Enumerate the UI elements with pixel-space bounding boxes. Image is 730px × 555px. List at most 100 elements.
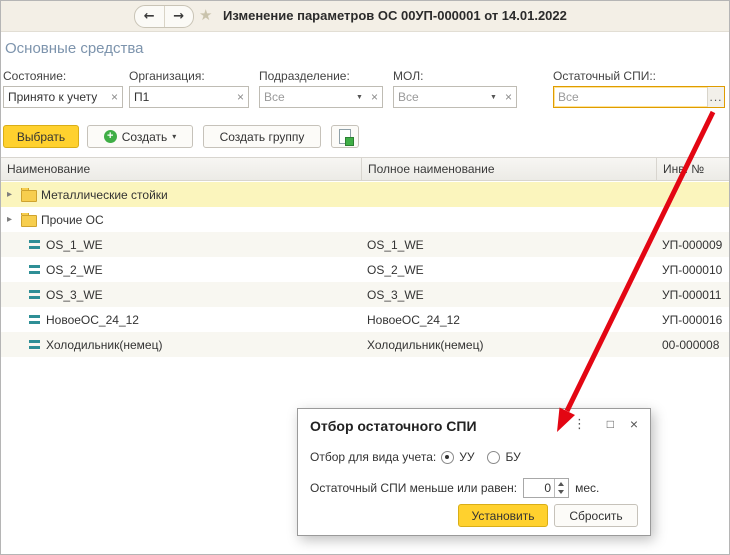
asset-icon — [29, 340, 40, 349]
filter-mol-label: МОЛ: — [393, 69, 424, 83]
dialog-maximize-icon[interactable]: □ — [607, 417, 614, 431]
asset-icon — [29, 290, 40, 299]
column-header-name[interactable]: Наименование — [1, 158, 361, 180]
spinner-down-icon[interactable] — [555, 488, 568, 497]
row-name: Прочие ОС — [41, 212, 104, 227]
filter-mol: МОЛ: Все ▼ × — [393, 69, 517, 108]
row-name: Металлические стойки — [41, 187, 168, 202]
create-by-copy-button[interactable] — [331, 125, 359, 148]
column-header-fullname[interactable]: Полное наименование — [361, 158, 656, 180]
filter-mol-input[interactable]: Все ▼ × — [393, 86, 517, 108]
favorite-star-icon[interactable]: ★ — [199, 6, 212, 24]
filter-residual-spi-input[interactable]: Все ... — [553, 86, 725, 108]
create-button-label: Создать — [121, 129, 168, 144]
row-name-cell: Холодильник(немец) — [1, 338, 361, 352]
table-row[interactable]: ▸ Металлические стойки — [1, 182, 729, 207]
dialog-spi-filter: Отбор остаточного СПИ ⋮ □ × Отбор для ви… — [297, 408, 651, 536]
folder-icon — [21, 187, 37, 202]
filter-state-label: Состояние: — [3, 69, 67, 83]
row-name-cell: OS_3_WE — [1, 288, 361, 302]
filter-organization-value: П1 — [134, 90, 150, 104]
filter-residual-spi: Остаточный СПИ:: Все ... — [553, 69, 725, 108]
spinner-up-icon[interactable] — [555, 479, 568, 488]
page-title: Основные средства — [5, 40, 144, 57]
row-fullname: OS_2_WE — [367, 262, 424, 277]
filter-residual-spi-label: Остаточный СПИ:: — [553, 69, 657, 83]
clear-icon[interactable]: × — [367, 90, 382, 104]
filter-department-label: Подразделение: — [259, 69, 350, 83]
asset-icon — [29, 240, 40, 249]
set-button[interactable]: Установить — [458, 504, 548, 527]
row-name: OS_1_WE — [46, 237, 103, 252]
ellipsis-icon[interactable]: ... — [707, 87, 724, 107]
filter-organization-input[interactable]: П1 × — [129, 86, 249, 108]
row-inv: УП-000016 — [662, 312, 723, 327]
filter-department: Подразделение: Все ▼ × — [259, 69, 383, 108]
account-type-label: Отбор для вида учета: — [310, 450, 437, 464]
create-button[interactable]: + Создать ▾ — [87, 125, 193, 148]
asset-icon — [29, 265, 40, 274]
account-type-row: Отбор для вида учета: УУ БУ — [310, 450, 529, 464]
dialog-menu-icon[interactable]: ⋮ — [573, 417, 586, 431]
spinner — [554, 479, 568, 497]
table-header: Наименование Полное наименование Инв. № — [1, 157, 729, 181]
row-name: OS_2_WE — [46, 262, 103, 277]
filter-state-value: Принято к учету — [8, 90, 98, 104]
dropdown-icon[interactable]: ▼ — [352, 94, 367, 101]
dialog-close-icon[interactable]: × — [630, 417, 638, 431]
table-row[interactable]: OS_3_WE OS_3_WE УП-000011 — [1, 282, 729, 307]
clear-icon[interactable]: × — [233, 90, 248, 104]
list-toolbar: Выбрать + Создать ▾ Создать группу — [1, 125, 729, 151]
reset-button[interactable]: Сбросить — [554, 504, 638, 527]
table-row[interactable]: ▸ Прочие ОС — [1, 207, 729, 232]
row-name-cell: OS_2_WE — [1, 263, 361, 277]
radio-bu[interactable] — [487, 450, 501, 464]
filter-residual-spi-value: Все — [558, 90, 579, 104]
nav-history-group: ← → — [134, 5, 194, 28]
filter-department-value: Все — [264, 90, 285, 104]
radio-bu-label[interactable]: БУ — [505, 450, 520, 464]
spi-unit-label: мес. — [575, 481, 600, 495]
clear-icon[interactable]: × — [107, 90, 122, 104]
row-inv: УП-000009 — [662, 237, 723, 252]
row-name: OS_3_WE — [46, 287, 103, 302]
radio-uu[interactable] — [441, 450, 455, 464]
row-fullname: OS_1_WE — [367, 237, 424, 252]
asset-icon — [29, 315, 40, 324]
plus-icon: + — [103, 130, 117, 143]
table-row[interactable]: НовоеОС_24_12 НовоеОС_24_12 УП-000016 — [1, 307, 729, 332]
radio-uu-label[interactable]: УУ — [459, 450, 474, 464]
table-row[interactable]: OS_1_WE OS_1_WE УП-000009 — [1, 232, 729, 257]
table-row[interactable]: OS_2_WE OS_2_WE УП-000010 — [1, 257, 729, 282]
create-group-button[interactable]: Создать группу — [203, 125, 321, 148]
row-name-cell: ▸ Прочие ОС — [1, 212, 361, 227]
row-fullname: OS_3_WE — [367, 287, 424, 302]
row-name: НовоеОС_24_12 — [46, 312, 139, 327]
filter-organization-label: Организация: — [129, 69, 205, 83]
filter-state: Состояние: Принято к учету × — [3, 69, 123, 108]
top-toolbar: ← → ★ Изменение параметров ОС 00УП-00000… — [1, 1, 729, 32]
select-button[interactable]: Выбрать — [3, 125, 79, 148]
spi-value: 0 — [544, 481, 552, 495]
filter-mol-value: Все — [398, 90, 419, 104]
table-row[interactable]: Холодильник(немец) Холодильник(немец) 00… — [1, 332, 729, 357]
row-name: Холодильник(немец) — [46, 337, 163, 352]
forward-button[interactable]: → — [165, 6, 194, 27]
spi-label: Остаточный СПИ меньше или равен: — [310, 481, 518, 495]
window-title: Изменение параметров ОС 00УП-000001 от 1… — [223, 8, 567, 23]
back-button[interactable]: ← — [135, 6, 164, 27]
expand-triangle-icon[interactable]: ▸ — [7, 214, 17, 225]
dropdown-icon[interactable]: ▼ — [486, 94, 501, 101]
spi-value-input[interactable]: 0 — [523, 478, 570, 498]
row-name-cell: ▸ Металлические стойки — [1, 187, 361, 202]
expand-triangle-icon[interactable]: ▸ — [7, 189, 17, 200]
filter-department-input[interactable]: Все ▼ × — [259, 86, 383, 108]
clear-icon[interactable]: × — [501, 90, 516, 104]
row-inv: УП-000011 — [662, 287, 722, 302]
row-fullname: НовоеОС_24_12 — [367, 312, 460, 327]
column-header-inv[interactable]: Инв. № — [656, 158, 729, 180]
caret-down-icon: ▾ — [172, 132, 177, 141]
row-inv: УП-000010 — [662, 262, 723, 277]
filter-state-input[interactable]: Принято к учету × — [3, 86, 123, 108]
row-name-cell: OS_1_WE — [1, 238, 361, 252]
